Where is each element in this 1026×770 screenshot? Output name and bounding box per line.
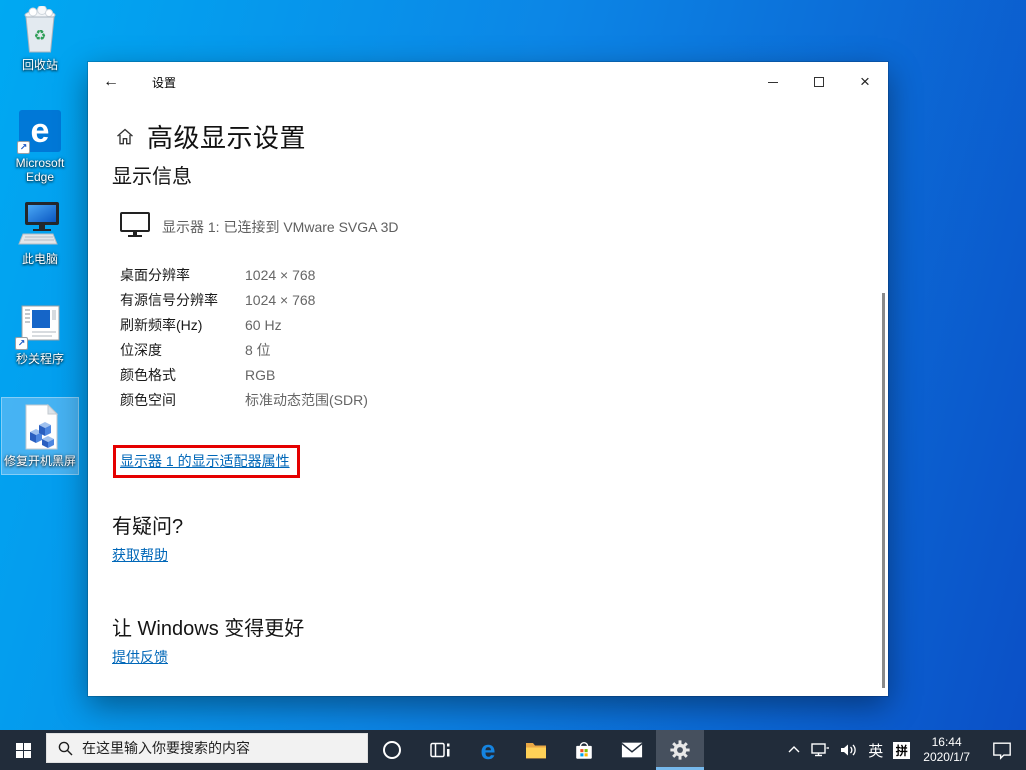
clock-time: 16:44: [931, 735, 962, 749]
ime-icon: 拼: [893, 741, 911, 759]
table-row: 有源信号分辨率 1024 × 768: [120, 291, 316, 308]
desktop-icon-this-pc[interactable]: 此电脑: [2, 200, 78, 266]
network-tray-button[interactable]: [806, 730, 835, 770]
volume-tray-button[interactable]: [835, 730, 863, 770]
desktop-icon-label: 回收站: [21, 58, 58, 72]
store-button[interactable]: [560, 730, 608, 770]
close-button[interactable]: ×: [842, 62, 888, 102]
edge-icon: e: [480, 734, 496, 765]
display-properties-table: 桌面分辨率 1024 × 768 有源信号分辨率 1024 × 768 刷新频率…: [120, 262, 540, 412]
table-row: 颜色空间 标准动态范围(SDR): [120, 391, 368, 408]
feedback-heading: 让 Windows 变得更好: [112, 618, 305, 640]
language-indicator[interactable]: 英: [863, 730, 888, 770]
mail-button[interactable]: [608, 730, 656, 770]
maximize-button[interactable]: [796, 62, 842, 102]
home-icon[interactable]: [115, 127, 135, 147]
desktop-icon-label: 修复开机黑屏: [3, 454, 76, 468]
minimize-icon: [768, 81, 778, 83]
search-input[interactable]: [82, 740, 342, 756]
settings-window: ← 设置 × 高级显示设置 显示信息 显示器 1: 已连接到 VMware SV…: [88, 62, 888, 696]
recycle-bin-icon: ♻: [20, 6, 60, 54]
desktop-icon-registry-fix[interactable]: 修复开机黑屏: [1, 397, 79, 475]
get-help-link[interactable]: 获取帮助: [112, 547, 168, 563]
shortcut-arrow-icon: ↗: [15, 337, 28, 350]
store-icon: [576, 741, 592, 759]
hidden-icons-button[interactable]: [782, 730, 806, 770]
shortcut-arrow-icon: ↗: [17, 141, 30, 154]
taskbar: e: [0, 730, 1026, 770]
registry-file-icon: [20, 402, 60, 450]
red-highlight-box: 显示器 1 的显示适配器属性: [113, 445, 300, 478]
close-icon: ×: [860, 72, 870, 91]
desktop-icon-app[interactable]: ↗ 秒关程序: [2, 300, 78, 366]
section-heading-display-info: 显示信息: [112, 166, 192, 188]
start-button[interactable]: [0, 730, 46, 770]
network-icon: [811, 743, 830, 757]
cortana-button[interactable]: [368, 730, 416, 770]
desktop-icon-label-line1: Microsoft: [15, 156, 65, 170]
action-center-button[interactable]: [978, 730, 1026, 770]
search-icon: [58, 741, 73, 755]
monitor-icon: [120, 212, 150, 237]
action-center-icon: [993, 742, 1011, 760]
give-feedback-link[interactable]: 提供反馈: [112, 649, 168, 665]
gear-icon: [670, 740, 690, 760]
mail-icon: [621, 742, 643, 758]
display-adapter-properties-link[interactable]: 显示器 1 的显示适配器属性: [120, 453, 290, 469]
clock[interactable]: 16:44 2020/1/7: [915, 735, 978, 765]
window-title: 设置: [152, 75, 177, 90]
task-view-icon: [429, 742, 449, 758]
table-row: 颜色格式 RGB: [120, 366, 276, 383]
minimize-button[interactable]: [750, 62, 796, 102]
table-row: 桌面分辨率 1024 × 768: [120, 266, 316, 283]
edge-icon: e ↗: [17, 104, 61, 154]
page-title: 高级显示设置: [147, 123, 307, 153]
table-row: 位深度 8 位: [120, 341, 271, 358]
taskbar-search[interactable]: [46, 733, 368, 763]
back-button[interactable]: ←: [88, 62, 134, 102]
table-row: 刷新频率(Hz) 60 Hz: [120, 316, 282, 333]
titlebar: ← 设置 ×: [88, 62, 888, 102]
desktop-icon-label: 秒关程序: [15, 352, 64, 366]
desktop-icon-edge[interactable]: e ↗ Microsoft Edge: [2, 104, 78, 184]
svg-text:♻: ♻: [34, 27, 47, 43]
this-pc-icon: [17, 200, 63, 248]
edge-taskbar-button[interactable]: e: [464, 730, 512, 770]
desktop-icon-label-line2: Edge: [25, 170, 55, 184]
desktop-icon-recycle-bin[interactable]: ♻ 回收站: [2, 6, 78, 72]
clock-date: 2020/1/7: [923, 750, 970, 764]
chevron-up-icon: [788, 746, 800, 753]
monitor-status: 显示器 1: 已连接到 VMware SVGA 3D: [162, 219, 399, 235]
file-explorer-icon: [526, 743, 546, 759]
windows-logo-icon: [15, 742, 31, 758]
ime-mode-button[interactable]: 拼: [888, 730, 915, 770]
maximize-icon: [814, 77, 824, 87]
file-explorer-button[interactable]: [512, 730, 560, 770]
desktop-icon-label: 此电脑: [21, 252, 58, 266]
task-view-button[interactable]: [416, 730, 464, 770]
back-arrow-icon: ←: [103, 73, 119, 90]
speaker-icon: [841, 744, 857, 756]
help-heading: 有疑问?: [112, 516, 184, 538]
settings-taskbar-button[interactable]: [656, 730, 704, 770]
cortana-icon: [383, 741, 401, 759]
app-window-icon: ↗: [15, 300, 63, 350]
scrollbar[interactable]: [882, 293, 885, 688]
